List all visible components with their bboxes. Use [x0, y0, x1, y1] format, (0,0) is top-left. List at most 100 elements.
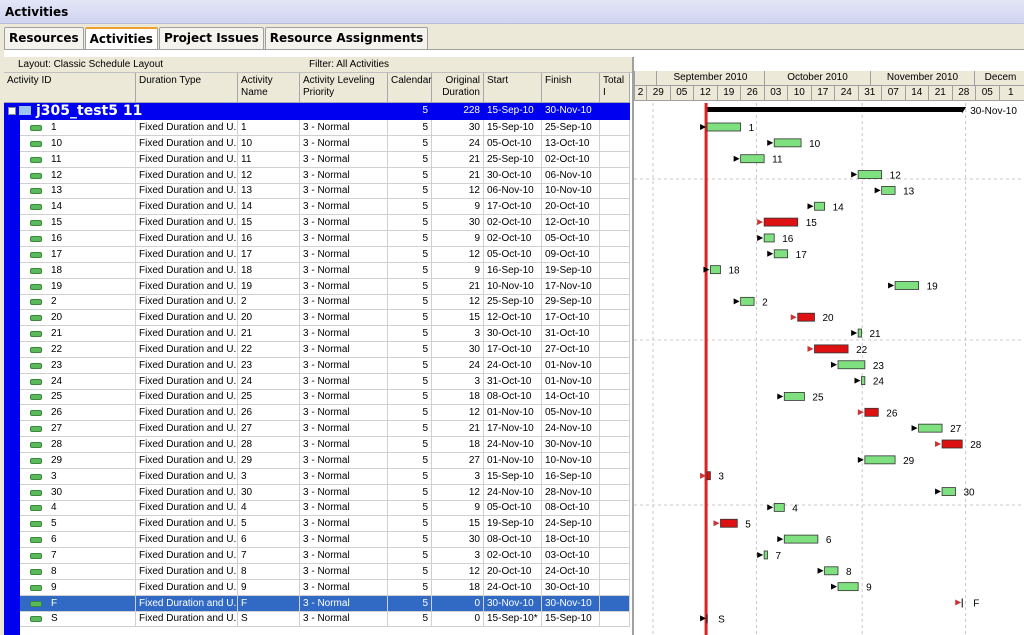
cell-duration: 24 [432, 357, 484, 374]
table-row[interactable]: 17 Fixed Duration and U... 17 3 - Normal 5 12… [4, 246, 630, 263]
activity-bar-label: 16 [782, 234, 794, 245]
table-row[interactable]: 22 Fixed Duration and U... 22 3 - Normal 5 30… [4, 341, 630, 358]
cell-calendar: 5 [388, 183, 432, 200]
table-row[interactable]: 2 Fixed Duration and U... 2 3 - Normal 5 12 25… [4, 294, 630, 311]
activity-bar [941, 487, 956, 496]
cell-start: 24-Nov-10 [484, 484, 542, 501]
layout-selector[interactable]: Layout: Classic Schedule Layout [18, 59, 163, 70]
table-row[interactable]: 24 Fixed Duration and U... 24 3 - Normal 5 3 3… [4, 373, 630, 390]
column-header-activity-name[interactable]: Activity Name [238, 73, 300, 103]
cell-duration: 27 [432, 452, 484, 469]
cell-name: 23 [238, 357, 300, 374]
column-header-finish[interactable]: Finish [542, 73, 600, 103]
activity-bar-label: 7 [776, 551, 782, 562]
project-row[interactable]: 5 228 15-Sep-10 30-Nov-10 j305_test5 11 [4, 103, 630, 120]
cell-total-float [600, 437, 630, 453]
table-row[interactable]: 10 Fixed Duration and U... 10 3 - Normal 5 24… [4, 135, 630, 152]
column-header-total-i[interactable]: Total I [600, 73, 630, 103]
column-header-calendar[interactable]: Calendar [388, 73, 432, 103]
column-header-original-duration[interactable]: Original Duration [432, 73, 484, 103]
table-row[interactable]: 21 Fixed Duration and U... 21 3 - Normal 5 3 3… [4, 326, 630, 343]
table-row[interactable]: 26 Fixed Duration and U... 26 3 - Normal 5 12… [4, 405, 630, 422]
cell-calendar: 5 [388, 389, 432, 406]
cell-priority: 3 - Normal [300, 278, 388, 295]
cell-calendar: 5 [388, 294, 432, 311]
table-row[interactable]: 16 Fixed Duration and U... 16 3 - Normal 5 9 0… [4, 230, 630, 247]
cell-start: 08-Oct-10 [484, 532, 542, 549]
activity-bar [864, 407, 879, 417]
relationship-arrow [911, 425, 918, 432]
collapse-icon[interactable] [8, 107, 16, 115]
table-row[interactable]: 18 Fixed Duration and U... 18 3 - Normal 5 9 1… [4, 262, 630, 279]
table-row[interactable]: 11 Fixed Duration and U... 11 3 - Normal 5 21… [4, 151, 630, 168]
cell-finish: 03-Oct-10 [542, 547, 600, 564]
activity-bar-label: 29 [903, 456, 915, 467]
table-row[interactable]: 15 Fixed Duration and U... 15 3 - Normal 5 30… [4, 215, 630, 232]
project-name[interactable]: j305_test5 11 [8, 103, 142, 119]
table-row[interactable]: 4 Fixed Duration and U... 4 3 - Normal 5 9 05-… [4, 500, 630, 517]
cell-name: 8 [238, 563, 300, 580]
cell-priority: 3 - Normal [300, 532, 388, 549]
tab-activities[interactable]: Activities [84, 27, 158, 49]
table-row[interactable]: 14 Fixed Duration and U... 14 3 - Normal 5 9 1… [4, 199, 630, 216]
table-row[interactable]: 9 Fixed Duration and U... 9 3 - Normal 5 18 24… [4, 579, 630, 596]
cell-name: 17 [238, 246, 300, 263]
cell-priority: 3 - Normal [300, 484, 388, 501]
cell-duration: 30 [432, 215, 484, 232]
relationship-arrow [935, 441, 942, 447]
cell-calendar: 5 [388, 468, 432, 485]
column-header-duration-type[interactable]: Duration Type [136, 73, 238, 103]
cell-priority: 3 - Normal [300, 215, 388, 232]
cell-finish: 12-Oct-10 [542, 215, 600, 232]
activity-bar-label: 30 [964, 488, 976, 499]
cell-priority: 3 - Normal [300, 326, 388, 343]
table-row[interactable]: 20 Fixed Duration and U... 20 3 - Normal 5 15… [4, 310, 630, 327]
cell-name: 14 [238, 199, 300, 216]
activity-bar [763, 233, 775, 243]
activity-bar-label: 14 [833, 202, 845, 213]
table-row[interactable]: 7 Fixed Duration and U... 7 3 - Normal 5 3 02-… [4, 547, 630, 564]
table-row[interactable]: 1 Fixed Duration and U... 1 3 - Normal 5 30 15… [4, 120, 630, 136]
cell-duration: 3 [432, 373, 484, 390]
table-row[interactable]: 23 Fixed Duration and U... 23 3 - Normal 5 24… [4, 357, 630, 374]
tab-resource-assignments[interactable]: Resource Assignments [264, 27, 429, 49]
table-row[interactable]: 27 Fixed Duration and U... 27 3 - Normal 5 21… [4, 421, 630, 438]
table-row[interactable]: 8 Fixed Duration and U... 8 3 - Normal 5 12 20… [4, 563, 630, 580]
table-row[interactable]: 25 Fixed Duration and U... 25 3 - Normal 5 18… [4, 389, 630, 406]
cell-total-float [600, 373, 630, 390]
table-row[interactable]: 5 Fixed Duration and U... 5 3 - Normal 5 15 19… [4, 516, 630, 533]
column-header-start[interactable]: Start [484, 73, 542, 103]
activity-bar [706, 471, 711, 481]
table-row[interactable]: 6 Fixed Duration and U... 6 3 - Normal 5 30 08… [4, 532, 630, 549]
table-row[interactable]: 19 Fixed Duration and U... 19 3 - Normal 5 21… [4, 278, 630, 295]
cell-duration: 21 [432, 167, 484, 184]
activity-bar-label: 17 [796, 250, 808, 261]
activity-bar [837, 582, 859, 592]
table-row[interactable]: S Fixed Duration and U... S 3 - Normal 5 0 15-… [4, 611, 630, 628]
activity-icon [30, 584, 42, 591]
cell-start: 05-Oct-10 [484, 135, 542, 152]
table-row[interactable]: 29 Fixed Duration and U... 29 3 - Normal 5 27… [4, 452, 630, 469]
table-row[interactable]: 3 Fixed Duration and U... 3 3 - Normal 5 3 15-… [4, 468, 630, 485]
cell-priority: 3 - Normal [300, 183, 388, 200]
activity-icon [30, 378, 42, 385]
tab-resources[interactable]: Resources [4, 27, 84, 49]
column-header-activity-leveling-priority[interactable]: Activity Leveling Priority [300, 73, 388, 103]
table-row[interactable]: 12 Fixed Duration and U... 12 3 - Normal 5 21… [4, 167, 630, 184]
table-row[interactable]: 28 Fixed Duration and U... 28 3 - Normal 5 18… [4, 437, 630, 453]
activity-icon [30, 315, 42, 322]
cell-name: 15 [238, 215, 300, 232]
activity-icon [30, 394, 42, 401]
cell-duration: 30 [432, 341, 484, 358]
cell-duration: 12 [432, 246, 484, 263]
cell-duration: 24 [432, 135, 484, 152]
cell-total-float [600, 516, 630, 533]
tab-project-issues[interactable]: Project Issues [158, 27, 264, 49]
cell-name: 2 [238, 294, 300, 311]
table-row[interactable]: 30 Fixed Duration and U... 30 3 - Normal 5 12… [4, 484, 630, 501]
column-header-activity-id[interactable]: Activity ID [4, 73, 136, 103]
activity-bar-label: 15 [806, 218, 818, 229]
filter-label[interactable]: Filter: All Activities [309, 59, 389, 70]
table-row[interactable]: F Fixed Duration and U... F 3 - Normal 5 0 30-… [4, 595, 630, 612]
table-row[interactable]: 13 Fixed Duration and U... 13 3 - Normal 5 12… [4, 183, 630, 200]
